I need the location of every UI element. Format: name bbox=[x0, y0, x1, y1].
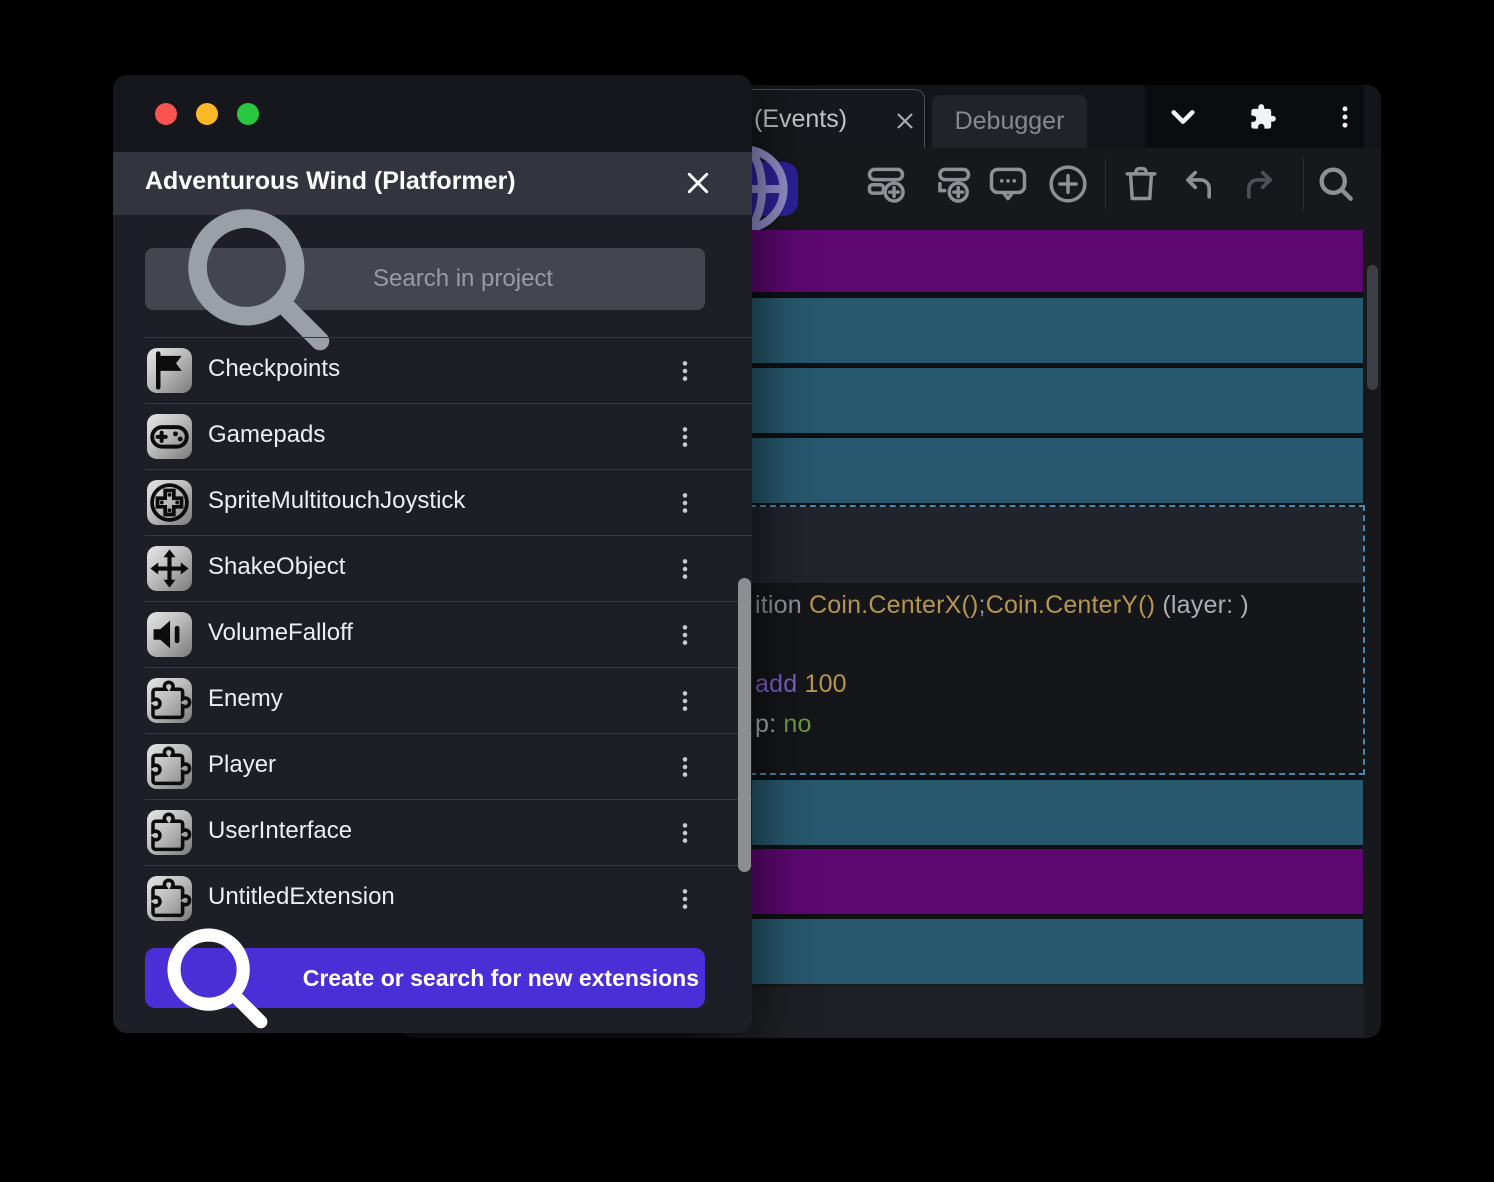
kebab-menu-icon[interactable] bbox=[672, 884, 698, 914]
tab-events-label: (Events) bbox=[754, 105, 848, 133]
macos-close-button[interactable] bbox=[155, 103, 177, 125]
kebab-menu-icon[interactable] bbox=[1331, 103, 1359, 131]
tab-debugger[interactable]: Debugger bbox=[932, 95, 1087, 148]
puzzle-icon bbox=[147, 744, 192, 789]
event-code-line: ition Coin.CenterX();Coin.CenterY() (lay… bbox=[755, 591, 1249, 620]
extension-list-item[interactable]: Enemy bbox=[145, 667, 752, 733]
kebab-menu-icon[interactable] bbox=[672, 818, 698, 848]
add-circle-icon[interactable] bbox=[1046, 162, 1090, 206]
event-row-purple[interactable] bbox=[700, 230, 1363, 292]
search-input[interactable] bbox=[371, 264, 685, 294]
macos-zoom-button[interactable] bbox=[237, 103, 259, 125]
tab-debugger-label: Debugger bbox=[954, 107, 1065, 135]
event-row-teal[interactable] bbox=[700, 919, 1363, 984]
kebab-menu-icon[interactable] bbox=[672, 356, 698, 386]
extension-list-item[interactable]: SpriteMultitouchJoystick bbox=[145, 469, 752, 535]
event-conditions-band bbox=[702, 507, 1363, 583]
event-code-line: p: no bbox=[755, 710, 812, 739]
extensions-dialog: Adventurous Wind (Platformer) Checkpoint… bbox=[113, 75, 752, 1033]
extension-label: SpriteMultitouchJoystick bbox=[208, 487, 466, 514]
screen: (Events) Debugger ition Coin.CenterX();C… bbox=[0, 0, 1494, 1182]
kebab-menu-icon[interactable] bbox=[672, 752, 698, 782]
event-row-teal[interactable] bbox=[700, 368, 1363, 433]
extension-label: ShakeObject bbox=[208, 553, 346, 580]
joystick-icon bbox=[147, 480, 192, 525]
code-token: p: bbox=[755, 710, 784, 738]
code-token: 100 bbox=[804, 670, 847, 698]
events-scrollbar-thumb[interactable] bbox=[1367, 265, 1378, 390]
code-token: ition bbox=[755, 591, 810, 619]
kebab-menu-icon[interactable] bbox=[672, 422, 698, 452]
code-token: no bbox=[783, 710, 812, 738]
search-icon[interactable] bbox=[1314, 162, 1358, 206]
code-token: Coin.CenterY() bbox=[985, 591, 1156, 619]
toolbar-divider bbox=[1303, 158, 1304, 210]
macos-minimize-button[interactable] bbox=[196, 103, 218, 125]
chevron-down-icon[interactable] bbox=[1167, 101, 1199, 133]
close-icon[interactable] bbox=[683, 168, 713, 198]
extension-list-item[interactable]: VolumeFalloff bbox=[145, 601, 752, 667]
code-token: ; bbox=[978, 591, 986, 619]
dialog-scrollbar-thumb[interactable] bbox=[738, 578, 751, 872]
add-comment-icon[interactable] bbox=[986, 162, 1030, 206]
extensions-puzzle-icon[interactable] bbox=[1249, 103, 1277, 131]
add-event-icon[interactable] bbox=[864, 162, 908, 206]
extension-label: Enemy bbox=[208, 685, 283, 712]
create-or-search-extensions-button[interactable]: Create or search for new extensions bbox=[145, 928, 705, 1029]
event-code-line: add 100 bbox=[755, 670, 847, 699]
event-row-purple[interactable] bbox=[700, 849, 1363, 914]
toolbar-divider bbox=[1105, 158, 1106, 210]
events-sheet-footer bbox=[690, 986, 1364, 1038]
extension-list-item[interactable]: UserInterface bbox=[145, 799, 752, 865]
event-row-teal[interactable] bbox=[700, 780, 1363, 845]
kebab-menu-icon[interactable] bbox=[672, 554, 698, 584]
event-row-teal[interactable] bbox=[700, 298, 1363, 363]
extension-label: Player bbox=[208, 751, 277, 778]
extension-label: Checkpoints bbox=[208, 355, 341, 382]
kebab-menu-icon[interactable] bbox=[672, 488, 698, 518]
undo-icon[interactable] bbox=[1178, 162, 1222, 206]
cta-label: Create or search for new extensions bbox=[302, 964, 699, 991]
code-token: Coin.CenterX() bbox=[809, 591, 979, 619]
extension-label: Gamepads bbox=[208, 421, 326, 448]
puzzle-icon bbox=[147, 810, 192, 855]
search-icon bbox=[151, 912, 283, 1033]
code-token: (layer: ) bbox=[1162, 591, 1249, 619]
event-row-teal[interactable] bbox=[700, 438, 1363, 503]
flag-icon bbox=[147, 348, 192, 393]
kebab-menu-icon[interactable] bbox=[672, 620, 698, 650]
gamepad-icon bbox=[147, 414, 192, 459]
extension-list-item[interactable]: Checkpoints bbox=[145, 337, 752, 403]
kebab-menu-icon[interactable] bbox=[672, 686, 698, 716]
puzzle-icon bbox=[147, 678, 192, 723]
extension-list-item[interactable]: Gamepads bbox=[145, 403, 752, 469]
move-icon bbox=[147, 546, 192, 591]
extension-list-item[interactable]: ShakeObject bbox=[145, 535, 752, 601]
volume-icon bbox=[147, 612, 192, 657]
project-search-field[interactable] bbox=[145, 209, 705, 351]
extension-list-item[interactable]: Player bbox=[145, 733, 752, 799]
dialog-titlebar bbox=[113, 75, 752, 152]
add-subevent-icon[interactable] bbox=[930, 162, 974, 206]
extension-label: UserInterface bbox=[208, 817, 353, 844]
trash-icon[interactable] bbox=[1119, 162, 1163, 206]
extension-label: UntitledExtension bbox=[208, 883, 395, 910]
redo-icon[interactable] bbox=[1236, 162, 1280, 206]
code-token: add bbox=[755, 670, 805, 698]
selected-event-block[interactable]: ition Coin.CenterX();Coin.CenterY() (lay… bbox=[700, 505, 1365, 775]
tab-close-icon[interactable] bbox=[894, 110, 916, 132]
extension-label: VolumeFalloff bbox=[208, 619, 353, 646]
